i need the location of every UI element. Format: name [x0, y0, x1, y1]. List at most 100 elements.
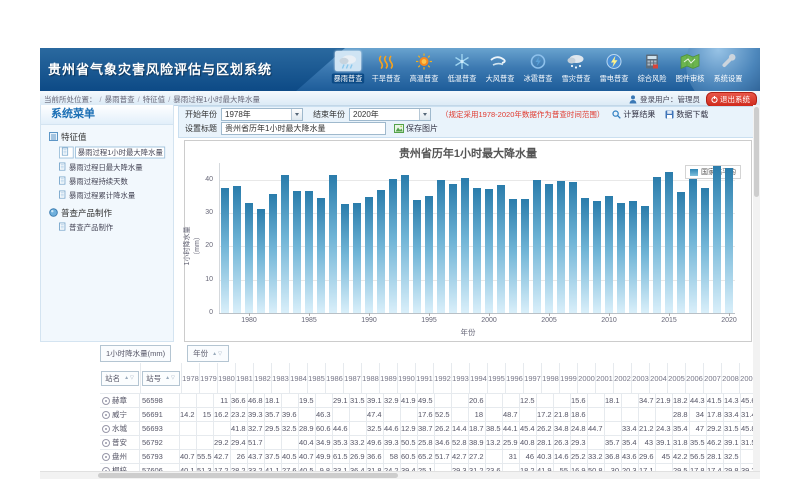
vscroll-thumb[interactable]	[754, 107, 759, 197]
row-radio[interactable]	[102, 411, 110, 419]
download-button[interactable]: 数据下载	[665, 109, 708, 120]
year-header-cell[interactable]: 2006	[686, 363, 704, 393]
value-cell: 36.8	[605, 450, 622, 463]
nav-item-7[interactable]: 雪灾普查	[557, 51, 594, 84]
hscroll-thumb[interactable]	[98, 473, 398, 478]
tree-icon	[49, 132, 61, 143]
sidebar-item[interactable]: 暴雨过程持续天数	[59, 176, 173, 187]
rain-icon	[335, 51, 361, 71]
value-cell	[180, 422, 197, 435]
vertical-scrollbar[interactable]	[753, 105, 760, 471]
sort-arrows-icon[interactable]: ▲▽	[165, 375, 176, 381]
year-header-cell[interactable]: 1980	[218, 363, 236, 393]
year-header-cell[interactable]: 1986	[326, 363, 344, 393]
calculate-button[interactable]: 计算结果	[612, 109, 655, 120]
breadcrumb-part[interactable]: 特征值	[143, 95, 166, 104]
nav-item-3[interactable]: 高温普查	[405, 51, 442, 84]
year-header-cell[interactable]: 2005	[668, 363, 686, 393]
id-sort-box[interactable]: 站号▲▽	[142, 371, 180, 386]
save-image-button[interactable]: 保存图片	[394, 123, 438, 134]
chart-title-input[interactable]	[221, 122, 386, 135]
nav-item-4[interactable]: 低温普查	[443, 51, 480, 84]
end-year-label: 结束年份	[313, 109, 345, 120]
breadcrumb-part[interactable]: 暴雨过程1小时最大降水量	[173, 95, 260, 104]
year-header-cell[interactable]: 2009	[740, 363, 753, 393]
year-header-cell[interactable]: 1992	[434, 363, 452, 393]
row-radio[interactable]	[102, 439, 110, 447]
sidebar-item[interactable]: 普查产品制作	[59, 222, 173, 233]
value-cell: 28.1	[707, 450, 724, 463]
x-tick-label: 2000	[474, 317, 504, 324]
year-header-cell[interactable]: 1985	[308, 363, 326, 393]
data-grid: 站名▲▽站号▲▽19781979198019811982198319841985…	[100, 363, 753, 472]
row-radio[interactable]	[102, 397, 110, 405]
chevron-down-icon[interactable]	[419, 109, 430, 120]
logout-button[interactable]: 退出系统	[706, 92, 757, 107]
year-header-cell[interactable]: 1981	[236, 363, 254, 393]
sidebar-group-2[interactable]: 普查产品制作	[49, 207, 173, 219]
sidebar-item[interactable]: 暴雨过程日最大降水量	[59, 162, 173, 173]
year-header-cell[interactable]: 1995	[488, 363, 506, 393]
year-header-cell[interactable]: 1996	[506, 363, 524, 393]
sort-arrows-icon[interactable]: ▲▽	[124, 375, 135, 381]
row-radio[interactable]	[102, 453, 110, 461]
sidebar-group-1[interactable]: 特征值	[49, 131, 173, 143]
nav-item-11[interactable]: 系统设置	[709, 51, 746, 84]
year-header-cell[interactable]: 1978	[182, 363, 200, 393]
x-axis-line	[219, 313, 735, 314]
set-title-label: 设置标题	[185, 123, 217, 134]
value-cell: 31	[503, 450, 520, 463]
year-header-cell[interactable]: 2007	[704, 363, 722, 393]
year-header-cell[interactable]: 1993	[452, 363, 470, 393]
year-header-cell[interactable]: 1990	[398, 363, 416, 393]
value-cell: 31.5	[741, 436, 753, 449]
year-header-cell[interactable]: 1979	[200, 363, 218, 393]
value-cell: 34	[690, 408, 707, 421]
nav-item-2[interactable]: 干旱普查	[367, 51, 404, 84]
year-header-cell[interactable]: 2004	[650, 363, 668, 393]
nav-item-6[interactable]: 冰雹普查	[519, 51, 556, 84]
chevron-down-icon[interactable]	[291, 109, 302, 120]
breadcrumb-part[interactable]: 暴雨普查	[105, 95, 135, 104]
column-field-box[interactable]: 年份 ▲▽	[187, 345, 229, 362]
value-cell: 51.7	[248, 436, 265, 449]
value-cell: 39.1	[656, 436, 673, 449]
value-cell: 26.2	[435, 422, 452, 435]
nav-item-5[interactable]: 大风普查	[481, 51, 518, 84]
end-year-select[interactable]: 2020年	[349, 108, 431, 121]
value-cell: 45.6	[741, 394, 753, 407]
sidebar-item[interactable]: 暴雨过程累计降水量	[59, 190, 173, 201]
year-header-cell[interactable]: 2000	[578, 363, 596, 393]
year-header-cell[interactable]: 2003	[632, 363, 650, 393]
year-header-cell[interactable]: 1984	[290, 363, 308, 393]
year-header-cell[interactable]: 1983	[272, 363, 290, 393]
main-nav: 暴雨普查干旱普查高温普查低温普查大风普查冰雹普查雪灾普查雷电普查综合风险图件审核…	[328, 51, 746, 84]
year-header-cell[interactable]: 2001	[596, 363, 614, 393]
nav-item-10[interactable]: 图件审核	[671, 51, 708, 84]
year-header-cell[interactable]: 1999	[560, 363, 578, 393]
row-radio[interactable]	[102, 425, 110, 433]
year-header-cell[interactable]: 1987	[344, 363, 362, 393]
year-header-cell[interactable]: 1997	[524, 363, 542, 393]
horizontal-scrollbar[interactable]	[40, 471, 760, 479]
nav-item-9[interactable]: 综合风险	[633, 51, 670, 84]
year-header-cell[interactable]: 1991	[416, 363, 434, 393]
nav-item-1[interactable]: 暴雨普查	[329, 51, 366, 84]
name-sort-box[interactable]: 站名▲▽	[101, 371, 139, 386]
year-header-cell[interactable]: 1982	[254, 363, 272, 393]
value-cell: 43	[639, 436, 656, 449]
value-cell: 40.3	[537, 450, 554, 463]
start-year-select[interactable]: 1978年	[221, 108, 303, 121]
sidebar-item[interactable]: 暴雨过程1小时最大降水量	[59, 146, 173, 159]
year-header-cell[interactable]: 1998	[542, 363, 560, 393]
nav-item-8[interactable]: 雷电普查	[595, 51, 632, 84]
value-cell	[503, 394, 520, 407]
sort-arrows-icon[interactable]: ▲▽	[212, 351, 223, 357]
year-header-cell[interactable]: 2002	[614, 363, 632, 393]
year-header-cell[interactable]: 2008	[722, 363, 740, 393]
value-cell: 39.3	[248, 408, 265, 421]
year-header-cell[interactable]: 1988	[362, 363, 380, 393]
measure-field-box[interactable]: 1小时降水量(mm)	[100, 345, 171, 362]
year-header-cell[interactable]: 1994	[470, 363, 488, 393]
year-header-cell[interactable]: 1989	[380, 363, 398, 393]
